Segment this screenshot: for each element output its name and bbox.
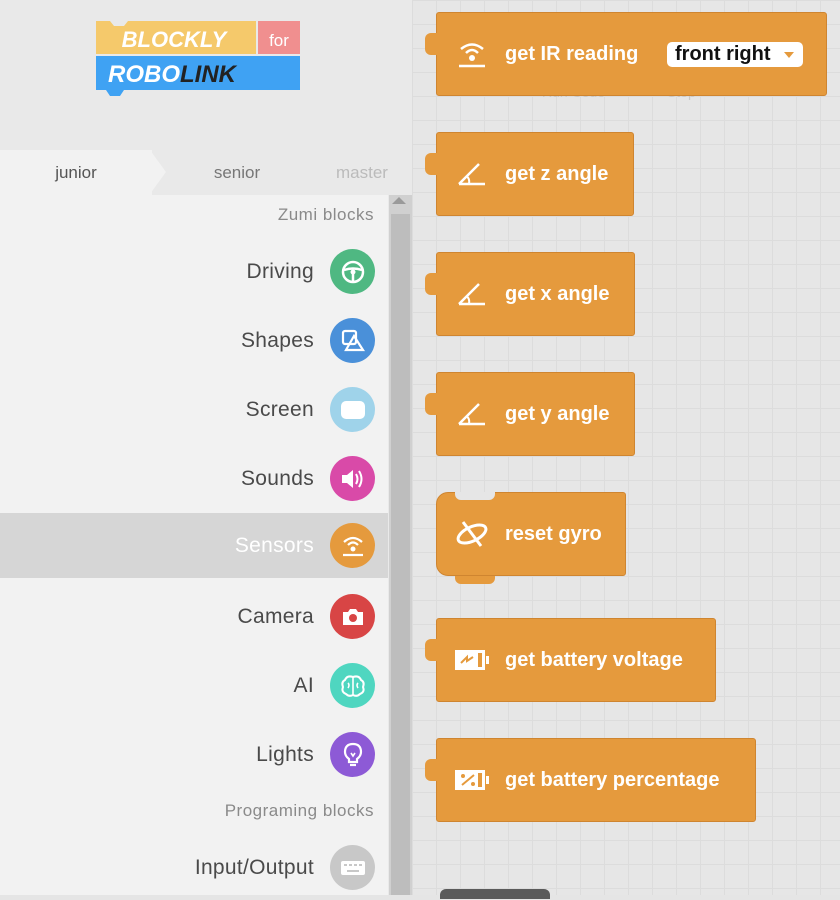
- block-get-ir-reading[interactable]: get IR reading front right: [425, 12, 827, 96]
- category-sounds[interactable]: Sounds: [0, 446, 388, 511]
- category-label: Screen: [245, 398, 314, 421]
- category-ai[interactable]: AI: [0, 653, 388, 718]
- block-label: get battery voltage: [505, 648, 683, 671]
- svg-text:ROBOLINK: ROBOLINK: [108, 61, 238, 88]
- category-label: Shapes: [240, 329, 314, 352]
- section-label-programing-blocks: Programing blocks: [224, 801, 374, 820]
- category-label: Sounds: [240, 467, 314, 490]
- tab-junior-arrow: [150, 150, 166, 194]
- category-driving[interactable]: Driving: [0, 239, 388, 304]
- block-get-battery-percentage[interactable]: get battery percentage: [425, 738, 756, 822]
- block-get-battery-voltage[interactable]: get battery voltage: [425, 618, 716, 702]
- sidebar: BLOCKLY for ROBOLINK junior senior maste…: [0, 0, 412, 895]
- brain-icon: [330, 663, 375, 708]
- block-connector-bottom: [455, 576, 495, 584]
- screen-icon: [330, 387, 375, 432]
- sensor-icon: [330, 523, 375, 568]
- angle-icon: [451, 277, 493, 311]
- tab-master[interactable]: master: [312, 150, 412, 195]
- block-notch: [425, 393, 439, 415]
- tab-senior[interactable]: senior: [166, 150, 308, 195]
- battery-percentage-icon: [451, 763, 493, 797]
- category-shapes[interactable]: Shapes: [0, 308, 388, 373]
- gyro-icon: [451, 517, 493, 551]
- shapes-icon: [330, 318, 375, 363]
- category-sensors[interactable]: Sensors: [0, 513, 388, 578]
- category-label: Sensors: [234, 534, 314, 557]
- category-camera[interactable]: Camera: [0, 584, 388, 649]
- lightbulb-icon: [330, 732, 375, 777]
- block-label: get battery percentage: [505, 768, 720, 791]
- tab-junior[interactable]: junior: [0, 150, 152, 195]
- blockly-robolink-logo: BLOCKLY for ROBOLINK: [96, 21, 300, 96]
- block-connector-top: [455, 492, 495, 500]
- block-label: reset gyro: [505, 522, 602, 545]
- block-notch: [425, 33, 439, 55]
- block-get-y-angle[interactable]: get y angle: [425, 372, 635, 456]
- speaker-icon: [330, 456, 375, 501]
- block-get-x-angle[interactable]: get x angle: [425, 252, 635, 336]
- category-lights[interactable]: Lights: [0, 722, 388, 787]
- block-notch: [425, 273, 439, 295]
- level-tabs: junior senior master: [0, 150, 412, 195]
- block-notch: [425, 759, 439, 781]
- category-list: Zumi blocks Driving Shapes Screen Sounds: [0, 195, 388, 895]
- dropdown-caret-icon: [783, 52, 794, 58]
- category-label: Driving: [246, 260, 314, 283]
- angle-icon: [451, 397, 493, 431]
- battery-voltage-icon: [451, 643, 493, 677]
- category-label: AI: [293, 674, 314, 697]
- dropdown-value: front right: [675, 43, 771, 65]
- ir-sensor-icon: [451, 37, 493, 71]
- block-label: get y angle: [505, 402, 610, 425]
- category-label: Input/Output: [194, 856, 314, 879]
- partial-block-offscreen[interactable]: [440, 889, 550, 899]
- svg-text:for: for: [269, 31, 289, 50]
- scroll-up-arrow-icon[interactable]: [392, 197, 406, 204]
- category-label: Camera: [237, 605, 314, 628]
- block-label: get z angle: [505, 162, 609, 185]
- blocks-workspace[interactable]: Run Code Stop get IR reading front right…: [412, 0, 840, 899]
- block-reset-gyro[interactable]: reset gyro: [436, 492, 626, 584]
- section-label-zumi-blocks: Zumi blocks: [277, 205, 374, 224]
- block-label: get IR reading: [505, 42, 639, 65]
- category-input-output[interactable]: Input/Output: [0, 835, 388, 900]
- block-notch: [425, 639, 439, 661]
- category-label: Lights: [256, 743, 314, 766]
- block-get-z-angle[interactable]: get z angle: [425, 132, 634, 216]
- category-screen[interactable]: Screen: [0, 377, 388, 442]
- steering-wheel-icon: [330, 249, 375, 294]
- camera-icon: [330, 594, 375, 639]
- svg-text:BLOCKLY: BLOCKLY: [122, 27, 229, 52]
- sidebar-scrollbar-thumb[interactable]: [391, 214, 410, 895]
- block-label: get x angle: [505, 282, 610, 305]
- block-notch: [425, 153, 439, 175]
- angle-icon: [451, 157, 493, 191]
- ir-direction-dropdown[interactable]: front right: [667, 42, 803, 67]
- keyboard-icon: [330, 845, 375, 890]
